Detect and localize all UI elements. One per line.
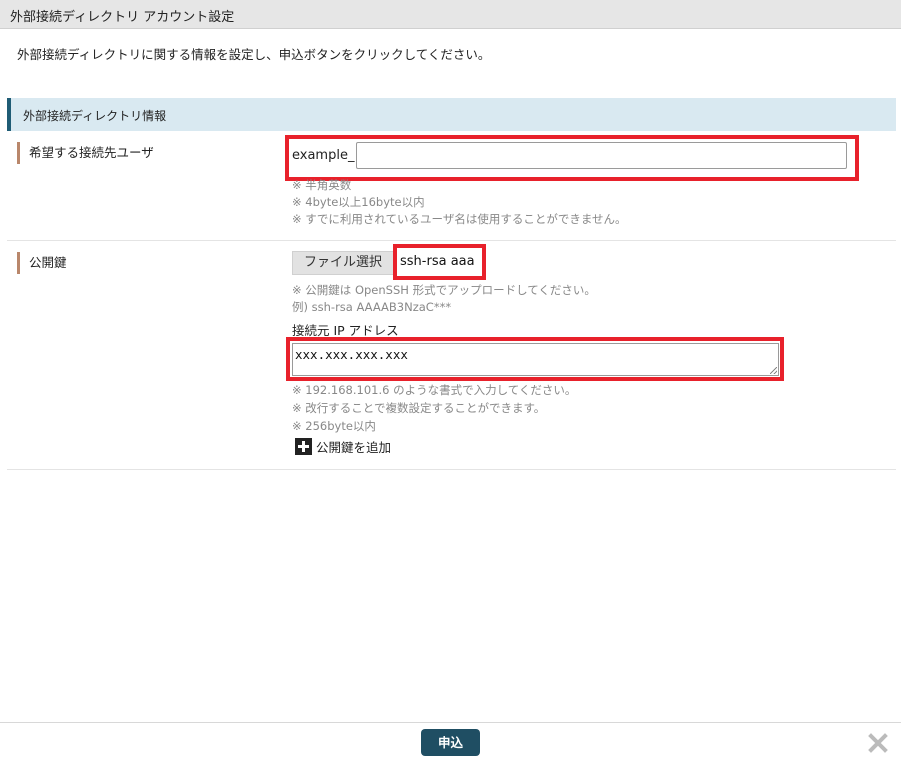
user-note-2: ※ 4byte以上16byte以内 [292, 195, 425, 209]
window-title: 外部接続ディレクトリ アカウント設定 [10, 10, 235, 25]
row-divider [7, 469, 896, 470]
user-field-label: 希望する接続先ユーザ [17, 142, 154, 164]
section-header: 外部接続ディレクトリ情報 [7, 98, 896, 131]
intro-text: 外部接続ディレクトリに関する情報を設定し、申込ボタンをクリックしてください。 [17, 47, 491, 62]
ip-address-value: xxx.xxx.xxx.xxx [295, 347, 408, 362]
user-note-1: ※ 半角英数 [292, 178, 352, 192]
public-key-label: 公開鍵 [17, 252, 67, 274]
username-input[interactable] [356, 142, 847, 169]
key-note-1: ※ 公開鍵は OpenSSH 形式でアップロードしてください。 [292, 283, 596, 297]
key-note-2: 例) ssh-rsa AAAAB3NzaC*** [292, 300, 452, 314]
ip-address-textarea[interactable]: xxx.xxx.xxx.xxx [292, 343, 779, 376]
ip-note-3: ※ 256byte以内 [292, 419, 376, 433]
add-public-key-link[interactable]: 公開鍵を追加 [295, 437, 391, 455]
window-titlebar: 外部接続ディレクトリ アカウント設定 [0, 0, 901, 29]
section-title: 外部接続ディレクトリ情報 [23, 109, 167, 123]
ip-note-2: ※ 改行することで複数設定することができます。 [292, 401, 546, 415]
ip-address-label: 接続元 IP アドレス [292, 323, 399, 338]
row-divider [7, 240, 896, 241]
username-prefix: example_ [292, 148, 355, 163]
plus-icon [295, 437, 312, 455]
add-public-key-label: 公開鍵を追加 [316, 439, 392, 455]
resize-grip-icon[interactable] [770, 367, 777, 374]
selected-file-name: ssh-rsa aaa [400, 254, 475, 269]
footer-divider [0, 722, 901, 723]
file-select-button[interactable]: ファイル選択 [292, 251, 394, 275]
submit-button[interactable]: 申込 [421, 729, 480, 756]
ip-note-1: ※ 192.168.101.6 のような書式で入力してください。 [292, 383, 577, 397]
user-note-3: ※ すでに利用されているユーザ名は使用することができません。 [292, 212, 627, 226]
close-icon[interactable] [866, 731, 890, 755]
